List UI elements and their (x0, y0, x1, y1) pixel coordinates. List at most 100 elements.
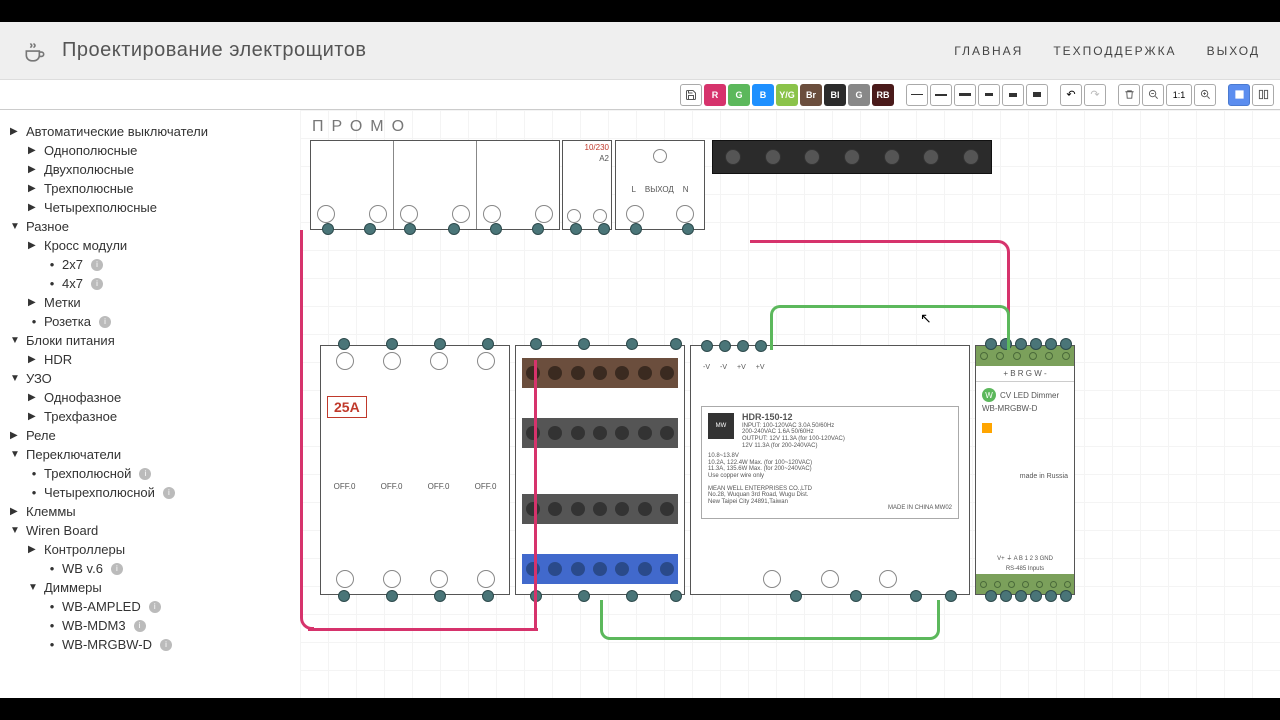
wire-red-main (300, 230, 314, 630)
tree-item[interactable]: ▼Wiren Board (10, 523, 290, 538)
tree-item[interactable]: ▶Двухполюсные (28, 162, 290, 177)
tree-label: Разное (26, 219, 69, 234)
info-icon[interactable]: i (111, 563, 123, 575)
save-icon[interactable] (680, 84, 702, 106)
tree-item[interactable]: •WB-MRGBW-Di (46, 637, 290, 652)
view-mode-1-icon[interactable] (1228, 84, 1250, 106)
line-2[interactable] (930, 84, 952, 106)
color-swatch-br[interactable]: Br (800, 84, 822, 106)
tree-item[interactable]: ▶Однополюсные (28, 143, 290, 158)
color-swatch-g[interactable]: G (728, 84, 750, 106)
tree-item[interactable]: ▶HDR (28, 352, 290, 367)
tree-item[interactable]: ▶Метки (28, 295, 290, 310)
tree-item[interactable]: ▼Разное (10, 219, 290, 234)
trash-icon[interactable] (1118, 84, 1140, 106)
line-4[interactable] (978, 84, 1000, 106)
bullet-icon: • (28, 466, 40, 481)
tree-item[interactable]: ▶Реле (10, 428, 290, 443)
tree-label: Однофазное (44, 390, 121, 405)
color-swatch-y-g[interactable]: Y/G (776, 84, 798, 106)
color-swatch-g[interactable]: G (848, 84, 870, 106)
tree-item[interactable]: •Розеткаi (28, 314, 290, 329)
color-swatch-rb[interactable]: RB (872, 84, 894, 106)
tree-item[interactable]: ▶Четырехполюсные (28, 200, 290, 215)
tree-item[interactable]: ▶Трехфазное (28, 409, 290, 424)
nav-support[interactable]: ТЕХПОДДЕРЖКА (1053, 44, 1176, 58)
breaker-4pole[interactable]: 25A OFF.0 OFF.0 OFF.0 OFF.0 (320, 345, 510, 595)
tree-label: Метки (44, 295, 81, 310)
relay-block-top[interactable]: 10/230 A2 (562, 140, 612, 230)
info-icon[interactable]: i (149, 601, 161, 613)
dimmer-wb-mrgbw[interactable]: + B R G W - W CV LED Dimmer WB-MRGBW-D m… (975, 345, 1075, 595)
tree-item[interactable]: ▶Трехполюсные (28, 181, 290, 196)
coffee-logo-icon (20, 36, 50, 66)
tree-item[interactable]: •WB v.6i (46, 561, 290, 576)
output-block-top[interactable]: L ВЫХОД N (615, 140, 705, 230)
tree-item[interactable]: •4x7i (46, 276, 290, 291)
line-thin[interactable] (906, 84, 928, 106)
tree-item[interactable]: •Четырехполюснойi (28, 485, 290, 500)
cursor-icon: ↖ (920, 310, 932, 327)
canvas-title: ПРОМО (312, 118, 412, 136)
tree-label: Розетка (44, 314, 91, 329)
tree-item[interactable]: •WB-MDM3i (46, 618, 290, 633)
label-25a: 25A (327, 396, 367, 418)
tree-item[interactable]: •2x7i (46, 257, 290, 272)
caret-down-icon: ▼ (28, 582, 40, 593)
tree-item[interactable]: ▼Переключатели (10, 447, 290, 462)
tree-label: Трехфазное (44, 409, 117, 424)
view-mode-2-icon[interactable] (1252, 84, 1274, 106)
bullet-icon: • (46, 257, 58, 272)
info-icon[interactable]: i (91, 278, 103, 290)
tree-label: Четырехполюсной (44, 485, 155, 500)
tree-item[interactable]: ▶Клеммы (10, 504, 290, 519)
line-3[interactable] (954, 84, 976, 106)
redo-icon[interactable]: ↷ (1084, 84, 1106, 106)
caret-right-icon: ▶ (10, 430, 22, 441)
canvas[interactable]: ПРОМО (300, 110, 1280, 698)
tree-item[interactable]: •Трехполюснойi (28, 466, 290, 481)
caret-right-icon: ▶ (28, 145, 40, 156)
zoom-in-icon[interactable] (1194, 84, 1216, 106)
undo-icon[interactable]: ↶ (1060, 84, 1082, 106)
nav-home[interactable]: ГЛАВНАЯ (954, 44, 1023, 58)
info-icon[interactable]: i (91, 259, 103, 271)
psu-hdr150[interactable]: -V -V +V +V MW HDR-150-12 INPUT: 100-120… (690, 345, 970, 595)
caret-right-icon: ▶ (28, 240, 40, 251)
tree-item[interactable]: ▶Контроллеры (28, 542, 290, 557)
line-6[interactable] (1026, 84, 1048, 106)
line-5[interactable] (1002, 84, 1024, 106)
tree-item[interactable]: ▶Однофазное (28, 390, 290, 405)
tree-item[interactable]: ▼УЗО (10, 371, 290, 386)
info-icon[interactable]: i (160, 639, 172, 651)
bullet-icon: • (46, 276, 58, 291)
cross-module[interactable] (515, 345, 685, 595)
info-icon[interactable]: i (99, 316, 111, 328)
info-icon[interactable]: i (139, 468, 151, 480)
color-swatch-bl[interactable]: Bl (824, 84, 846, 106)
tree-item[interactable]: ▶Автоматические выключатели (10, 124, 290, 139)
color-swatch-r[interactable]: R (704, 84, 726, 106)
caret-down-icon: ▼ (10, 373, 22, 384)
nav-logout[interactable]: ВЫХОД (1207, 44, 1260, 58)
tree-item[interactable]: ▶Кросс модули (28, 238, 290, 253)
caret-down-icon: ▼ (10, 335, 22, 346)
tree-label: Wiren Board (26, 523, 98, 538)
tree-item[interactable]: ▼Диммеры (28, 580, 290, 595)
component-tree: ▶Автоматические выключатели ▶Однополюсные… (0, 110, 300, 698)
info-icon[interactable]: i (163, 487, 175, 499)
terminal-strip-top[interactable] (712, 140, 992, 174)
info-icon[interactable]: i (134, 620, 146, 632)
zoom-fit[interactable]: 1:1 (1166, 84, 1192, 106)
tree-label: WB-MRGBW-D (62, 637, 152, 652)
tree-item[interactable]: ▼Блоки питания (10, 333, 290, 348)
caret-right-icon: ▶ (28, 544, 40, 555)
tree-label: Переключатели (26, 447, 121, 462)
color-swatch-b[interactable]: B (752, 84, 774, 106)
tree-item[interactable]: •WB-AMPLEDi (46, 599, 290, 614)
app-window: Проектирование электрощитов ГЛАВНАЯ ТЕХП… (0, 22, 1280, 698)
caret-right-icon: ▶ (28, 354, 40, 365)
breaker-bank-top[interactable] (310, 140, 560, 230)
tree-label: Клеммы (26, 504, 76, 519)
zoom-out-icon[interactable] (1142, 84, 1164, 106)
